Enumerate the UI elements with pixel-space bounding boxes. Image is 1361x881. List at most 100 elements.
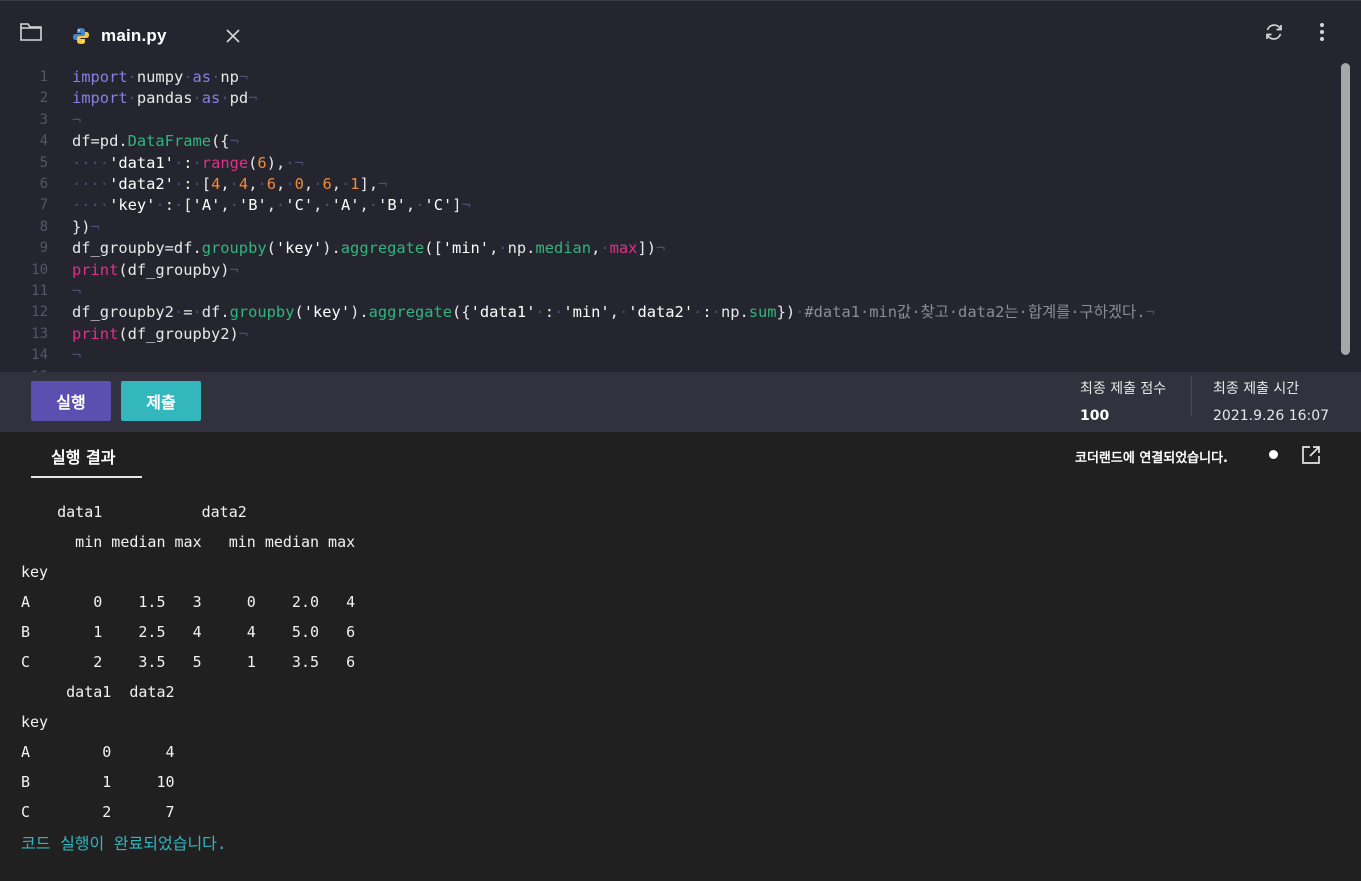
code-text: import·pandas·as·pd¬ [72,88,257,109]
code-token: range [201,153,249,172]
line-number: 5 [39,154,48,171]
action-bar: 실행 제출 최종 제출 점수 100 최종 제출 시간 2021.9.26 16… [0,372,1361,432]
code-line[interactable]: 11 ¬ [0,281,1336,302]
code-line[interactable]: 9 df_groupby=df.groupby('key').aggregate(… [0,238,1336,259]
code-line[interactable]: 4 df=pd.DataFrame({¬ [0,131,1336,152]
code-token: , [591,239,601,258]
code-token: 'B' [378,196,406,215]
code-token: aggregate [368,303,453,322]
line-number: 14 [31,347,48,364]
line-number: 8 [39,218,48,235]
code-area[interactable]: 1 import·numpy·as·np¬ 2 import·pandas·as·pd… [0,65,1336,373]
submit-button[interactable]: 제출 [121,381,201,421]
code-token: · [257,175,267,193]
code-token: ¬ [229,132,239,151]
code-token: · [498,239,508,258]
code-token: , [276,175,286,193]
code-token: : [702,303,712,322]
code-token: ···· [72,196,110,215]
code-editor: main.py 1 import·numpy·as·np¬ 2 import·pand… [0,0,1361,373]
code-token: ¬ [248,89,258,108]
code-token: 'min' [563,303,610,322]
more-vertical-icon[interactable] [1312,21,1332,43]
code-token: ( [266,239,276,258]
code-token: #data1·min값·찾고·data2는·합계를·구하겠다. [804,303,1146,322]
code-token: 'data2' [109,175,174,193]
code-token: ···· [72,153,110,172]
output-line: data1 data2 [21,683,175,701]
code-token: ¬ [90,217,100,236]
code-token: · [711,303,721,322]
code-token: ¬ [378,175,388,193]
code-token: · [173,196,184,215]
external-link-icon[interactable] [1300,444,1322,466]
code-line[interactable]: 8})¬ [0,217,1336,238]
code-token: · [600,239,610,258]
code-token: df. [201,303,230,322]
output-line: key [21,713,49,731]
code-token: , [609,303,619,322]
file-tab[interactable]: main.py [58,15,268,59]
code-token: , [266,196,277,215]
code-token: · [795,303,805,322]
file-tab-label: main.py [101,26,167,45]
code-token: 'data2' [628,303,694,322]
code-token: : [544,303,555,322]
line-number: 6 [39,176,48,192]
code-token: · [192,153,202,172]
completion-message: 코드 실행이 완료되었습니다. [21,834,227,853]
folder-icon[interactable] [19,21,43,43]
tab-run-result[interactable]: 실행 결과 [31,432,142,478]
code-line[interactable]: 12 df_groupby2·=·df.groupby('key').aggreg… [0,302,1336,323]
code-token: groupby [201,239,267,258]
refresh-icon[interactable] [1263,21,1285,43]
code-token: · [229,196,239,215]
code-token: }) [72,217,91,236]
code-line[interactable]: 2 import·pandas·as·pd¬ [0,88,1336,109]
code-token: 'key' [275,239,323,258]
code-token: np [220,68,239,86]
line-number: 1 [39,69,48,85]
close-icon[interactable] [223,26,243,46]
output-line: A 0 4 [21,743,175,761]
run-button[interactable]: 실행 [31,381,111,421]
code-token: print [72,324,119,343]
code-token: [ [183,196,193,215]
code-text: import·numpy·as·np¬ [72,67,248,88]
code-text: })¬ [72,217,100,238]
code-line[interactable]: 3 ¬ [0,110,1336,131]
code-token: ¬ [72,346,82,365]
code-token: · [192,89,202,108]
code-line[interactable]: 1 import·numpy·as·np¬ [0,67,1336,88]
code-line[interactable]: 7 ····'key'·:·['A',·'B',·'C',·'A',·'B',·'… [0,195,1336,216]
code-token: as [192,68,212,86]
code-token: 'min' [442,239,490,258]
output-line: data1 data2 [21,503,247,521]
editor-scrollbar[interactable] [1341,63,1350,355]
code-line[interactable]: 14 ¬ [0,345,1336,366]
code-token: · [183,68,193,86]
code-token: import [72,89,128,108]
code-line[interactable]: 5 ····'data1'·:·range(6),·¬ [0,153,1336,174]
code-token: · [341,175,351,193]
line-number: 2 [39,90,48,107]
code-token: ¬ [229,260,239,279]
code-token: ¬ [72,110,82,129]
code-token: · [285,175,295,193]
code-line[interactable]: 13 print(df_groupby2)¬ [0,324,1336,345]
code-token: print [72,260,119,279]
code-token: , [489,239,499,258]
code-token: max [609,239,638,258]
code-line[interactable]: 10 print(df_groupby)¬ [0,260,1336,281]
code-line[interactable]: 6 ····'data2'·:·[4,·4,·6,·0,·6,·1],¬ [0,174,1336,195]
code-token: ). [350,303,369,322]
code-text: print(df_groupby)¬ [72,260,239,281]
final-time-value: 2021.9.26 16:07 [1213,408,1330,424]
code-token: , [220,196,230,215]
code-token: median [535,239,592,258]
code-text: ····'data1'·:·range(6),·¬ [72,153,304,174]
code-token: · [192,303,202,322]
code-token: ¬ [72,282,82,300]
line-number: 3 [39,111,48,128]
line-number: 9 [39,240,48,257]
